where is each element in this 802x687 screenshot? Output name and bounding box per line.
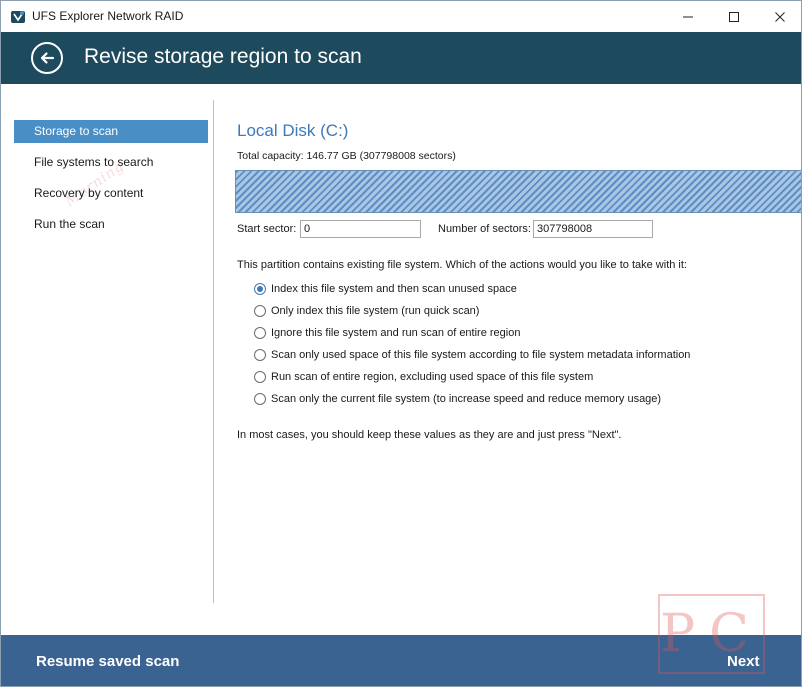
start-sector-input[interactable] [300, 220, 421, 238]
hint-text: In most cases, you should keep these val… [237, 429, 622, 441]
option-index-then-scan-unused[interactable]: Index this file system and then scan unu… [254, 281, 517, 297]
option-label: Index this file system and then scan unu… [271, 283, 517, 295]
title-bar: UFS Explorer Network RAID [1, 1, 801, 32]
radio-button[interactable] [254, 327, 266, 339]
fs-action-question: This partition contains existing file sy… [237, 259, 687, 271]
radio-button[interactable] [254, 305, 266, 317]
option-label: Ignore this file system and run scan of … [271, 327, 521, 339]
close-button[interactable] [757, 1, 801, 32]
sidebar-item-file-systems[interactable]: File systems to search [14, 151, 208, 174]
radio-button[interactable] [254, 283, 266, 295]
resume-saved-scan-button[interactable]: Resume saved scan [36, 653, 179, 670]
app-window: UFS Explorer Network RAID Revise storage… [0, 0, 802, 687]
option-ignore-fs[interactable]: Ignore this file system and run scan of … [254, 325, 520, 341]
maximize-button[interactable] [711, 1, 757, 32]
minimize-icon [683, 16, 693, 17]
sidebar-item-recovery-by-content[interactable]: Recovery by content [14, 182, 208, 205]
sidebar-divider [213, 100, 214, 603]
disk-capacity: Total capacity: 146.77 GB (307798008 sec… [237, 150, 456, 162]
option-scan-current-fs[interactable]: Scan only the current file system (to in… [254, 391, 661, 407]
minimize-button[interactable] [665, 1, 711, 32]
option-scan-excluding-used[interactable]: Run scan of entire region, excluding use… [254, 369, 593, 385]
back-button[interactable] [31, 42, 63, 74]
num-sectors-label: Number of sectors: [438, 223, 531, 235]
page-title: Revise storage region to scan [84, 45, 362, 68]
option-label: Scan only the current file system (to in… [271, 393, 662, 405]
option-scan-used-space[interactable]: Scan only used space of this file system… [254, 347, 690, 363]
disk-title: Local Disk (C:) [237, 121, 349, 140]
num-sectors-input[interactable] [533, 220, 653, 238]
maximize-icon [729, 11, 739, 22]
page-header: Revise storage region to scan [1, 32, 801, 84]
sidebar-item-storage-to-scan[interactable]: Storage to scan [14, 120, 208, 143]
start-sector-label: Start sector: [237, 223, 297, 235]
app-logo-icon [11, 11, 25, 23]
option-label: Only index this file system (run quick s… [271, 305, 480, 317]
storage-region-bar[interactable] [235, 170, 801, 213]
radio-button[interactable] [254, 393, 266, 405]
pc-watermark-logo: PC [658, 594, 765, 674]
option-label: Run scan of entire region, excluding use… [271, 371, 594, 383]
arrow-left-icon [40, 52, 55, 64]
radio-button[interactable] [254, 349, 266, 361]
window-title: UFS Explorer Network RAID [32, 9, 184, 23]
sidebar-item-run-the-scan[interactable]: Run the scan [14, 213, 208, 236]
close-icon [775, 11, 785, 22]
option-quick-scan[interactable]: Only index this file system (run quick s… [254, 303, 479, 319]
radio-button[interactable] [254, 371, 266, 383]
option-label: Scan only used space of this file system… [271, 349, 691, 361]
